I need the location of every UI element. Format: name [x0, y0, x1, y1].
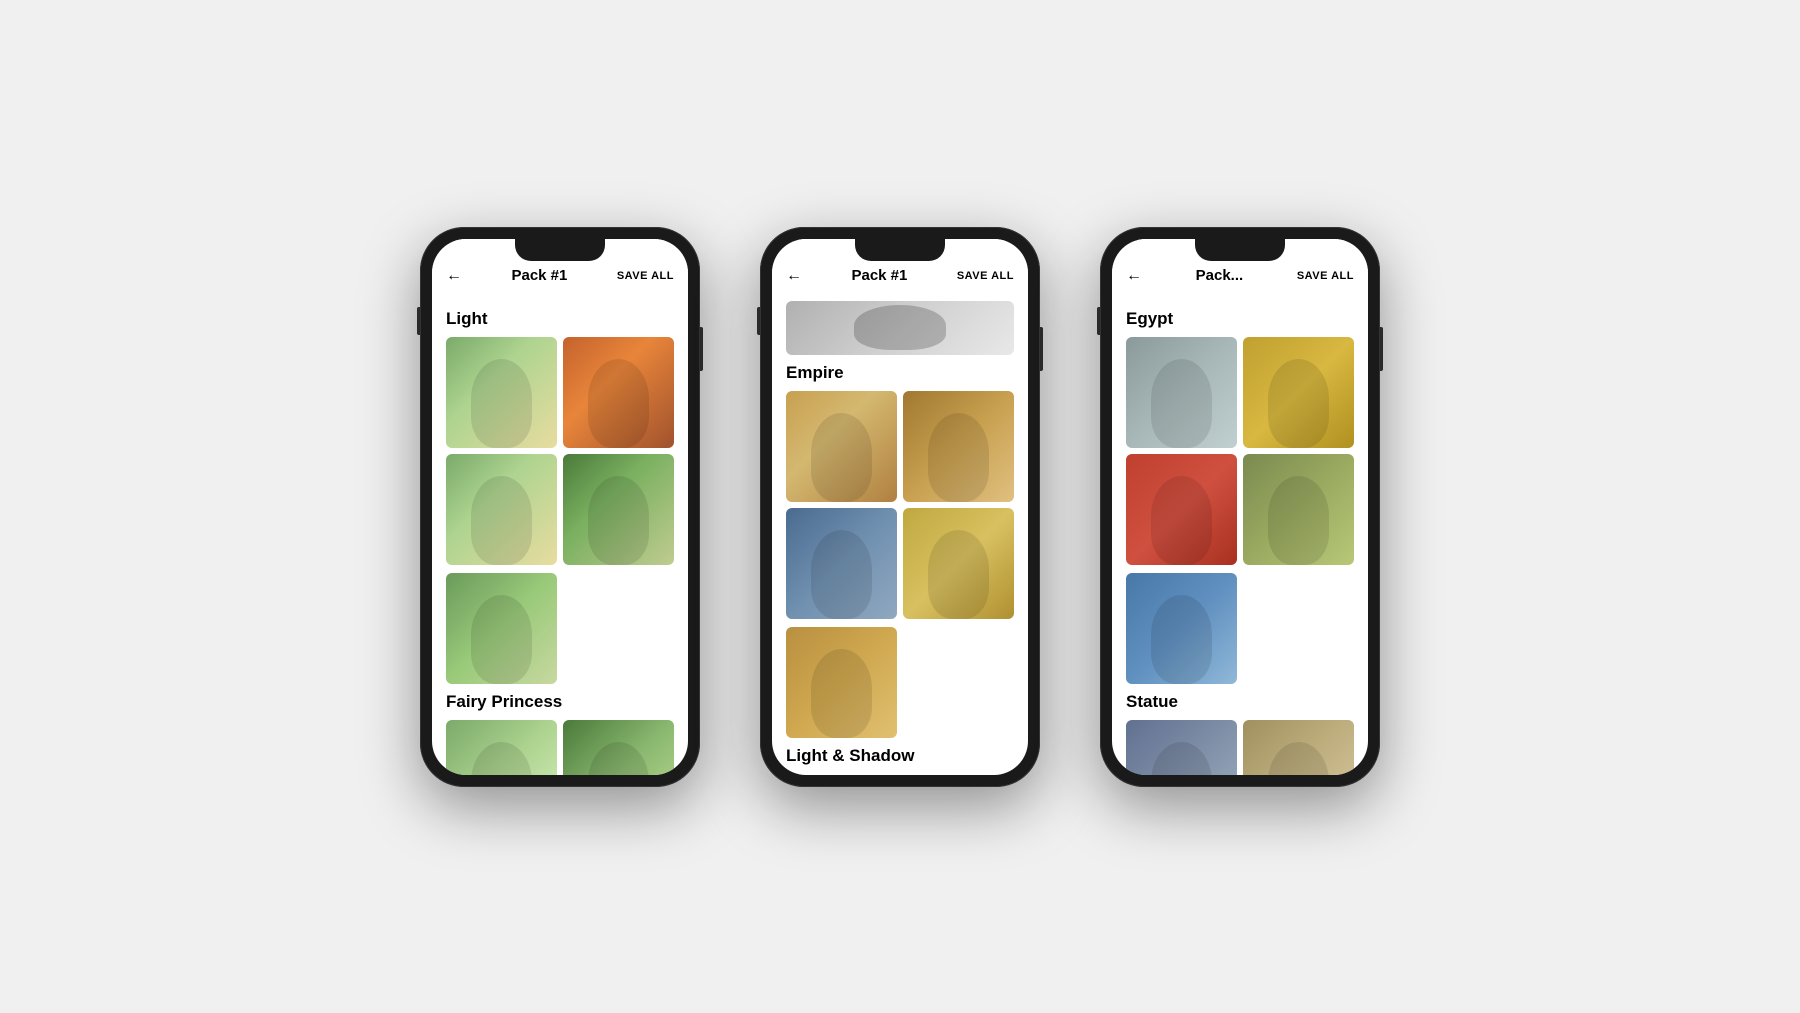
phone-3-statue-img-1[interactable]: [1126, 720, 1237, 775]
phone-1: ← Pack #1 SAVE ALL Light Fairy Princess: [420, 227, 700, 787]
phone-3-egypt-img-1[interactable]: [1126, 337, 1237, 448]
phone-1-save-all-button[interactable]: SAVE ALL: [617, 270, 674, 282]
phone-2-wrapper: ← Pack #1 SAVE ALL Empire: [760, 227, 1040, 787]
phone-1-section-light-title: Light: [446, 309, 674, 329]
phone-3-statue-img-2[interactable]: [1243, 720, 1354, 775]
phone-3-egypt-img-5[interactable]: [1126, 573, 1237, 684]
phone-3-wrapper: ← Pack... SAVE ALL Egypt Statue: [1100, 227, 1380, 787]
phone-3-title: Pack...: [1196, 267, 1244, 284]
phone-3-save-all-button[interactable]: SAVE ALL: [1297, 270, 1354, 282]
phone-3-egypt-img-4[interactable]: [1243, 454, 1354, 565]
phone-2-back-button[interactable]: ←: [786, 267, 802, 285]
phone-2: ← Pack #1 SAVE ALL Empire: [760, 227, 1040, 787]
phone-2-save-all-button[interactable]: SAVE ALL: [957, 270, 1014, 282]
phone-2-title: Pack #1: [851, 267, 907, 284]
phone-2-empire-img-1[interactable]: [786, 391, 897, 502]
phone-3-egypt-grid: [1126, 337, 1354, 565]
phone-1-light-img-1[interactable]: [446, 337, 557, 448]
phone-2-notch: [855, 239, 945, 261]
phone-2-empire-grid: [786, 391, 1014, 619]
phone-1-title: Pack #1: [511, 267, 567, 284]
phone-1-fairy-img-2[interactable]: [563, 720, 674, 775]
phone-3-section-statue-title: Statue: [1126, 692, 1354, 712]
phone-1-light-img-5[interactable]: [446, 573, 557, 684]
phone-3-back-button[interactable]: ←: [1126, 267, 1142, 285]
phone-2-screen: ← Pack #1 SAVE ALL Empire: [772, 239, 1028, 775]
phone-1-back-button[interactable]: ←: [446, 267, 462, 285]
phone-2-section-shadow-title: Light & Shadow: [786, 746, 1014, 766]
phone-2-empire-img-3[interactable]: [786, 508, 897, 619]
phone-1-screen: ← Pack #1 SAVE ALL Light Fairy Princess: [432, 239, 688, 775]
phone-1-notch: [515, 239, 605, 261]
phone-3-egypt-single: [1126, 573, 1354, 684]
phone-3-statue-grid: [1126, 720, 1354, 775]
phone-2-content: Empire Light & Shadow: [772, 293, 1028, 775]
phone-3: ← Pack... SAVE ALL Egypt Statue: [1100, 227, 1380, 787]
phone-1-fairy-grid: [446, 720, 674, 775]
phone-3-screen: ← Pack... SAVE ALL Egypt Statue: [1112, 239, 1368, 775]
phone-3-notch: [1195, 239, 1285, 261]
phone-1-fairy-img-1[interactable]: [446, 720, 557, 775]
phone-1-section-fairy-title: Fairy Princess: [446, 692, 674, 712]
phone-2-empire-img-2[interactable]: [903, 391, 1014, 502]
phone-3-section-egypt-title: Egypt: [1126, 309, 1354, 329]
phone-3-egypt-img-2[interactable]: [1243, 337, 1354, 448]
phone-2-empire-single: [786, 627, 1014, 738]
phone-1-wrapper: ← Pack #1 SAVE ALL Light Fairy Princess: [420, 227, 700, 787]
phone-1-light-img-2[interactable]: [563, 337, 674, 448]
phone-1-light-img-4[interactable]: [563, 454, 674, 565]
phone-1-light-single: [446, 573, 674, 684]
phone-3-content: Egypt Statue: [1112, 293, 1368, 775]
phone-2-empire-img-4[interactable]: [903, 508, 1014, 619]
phone-2-section-empire-title: Empire: [786, 363, 1014, 383]
phone-1-content: Light Fairy Princess: [432, 293, 688, 775]
phone-2-empire-img-5[interactable]: [786, 627, 897, 738]
phone-1-light-grid: [446, 337, 674, 565]
phone-3-egypt-img-3[interactable]: [1126, 454, 1237, 565]
phone-1-light-img-3[interactable]: [446, 454, 557, 565]
phone-2-partial-top[interactable]: [786, 301, 1014, 355]
